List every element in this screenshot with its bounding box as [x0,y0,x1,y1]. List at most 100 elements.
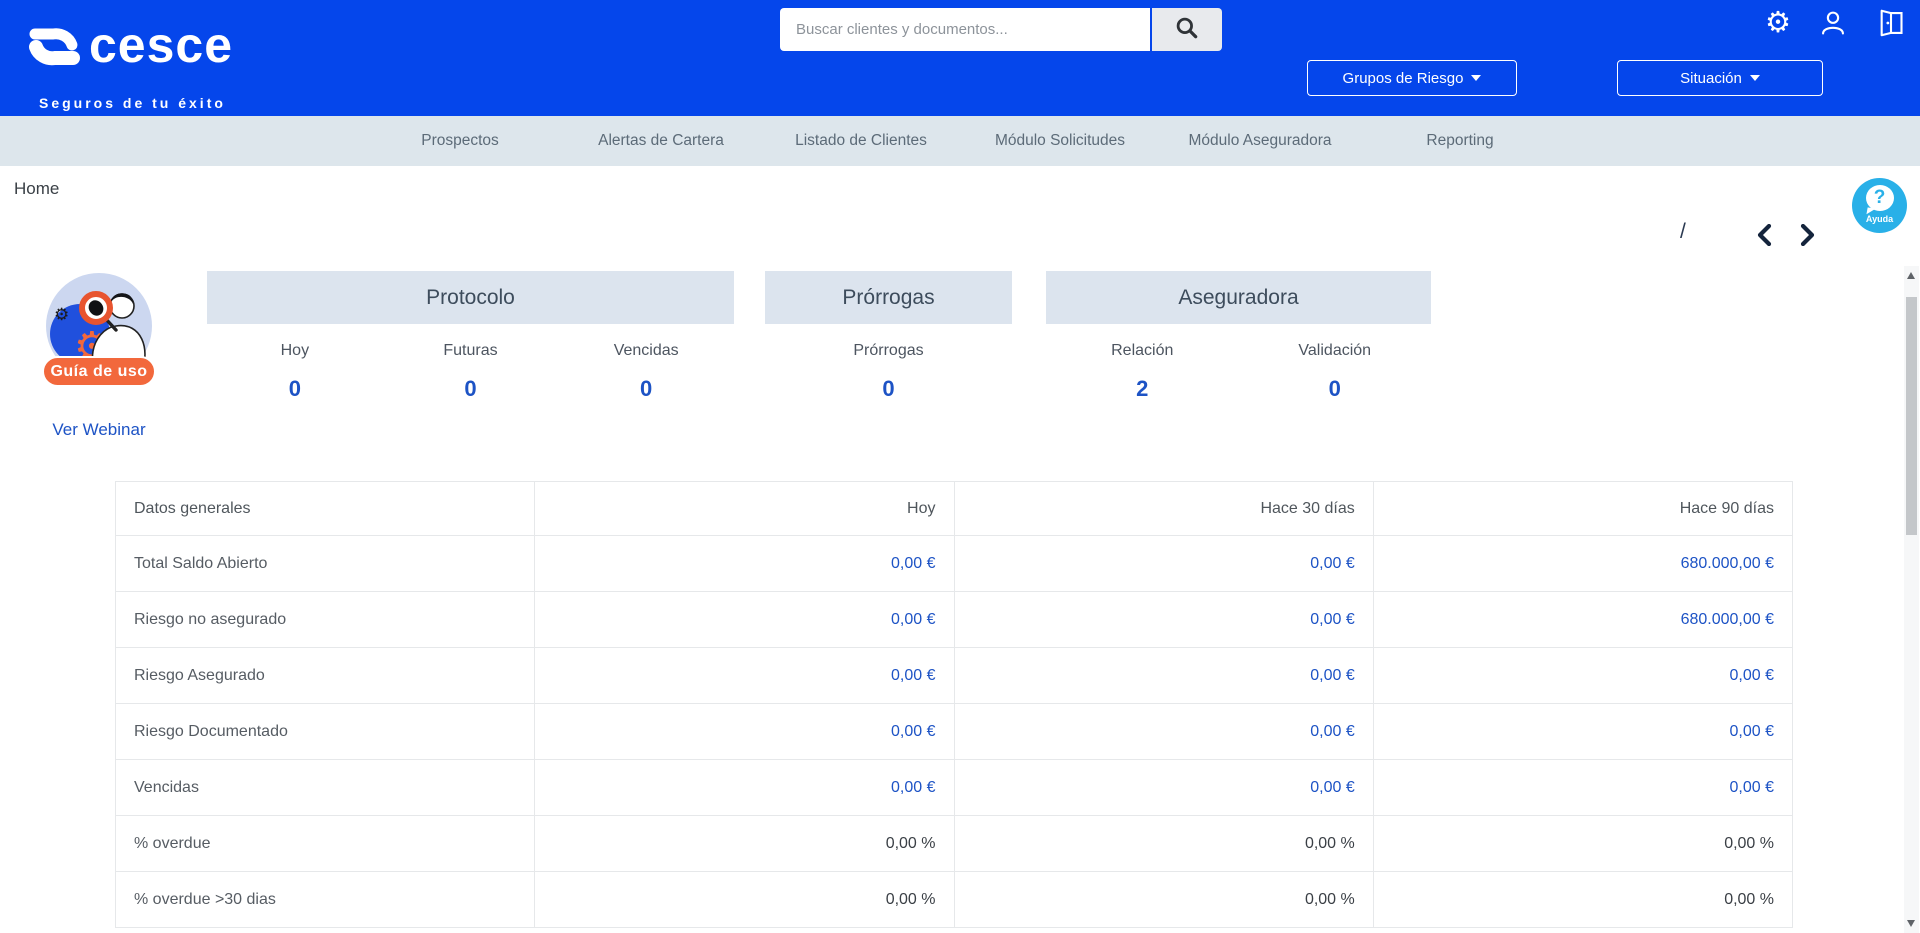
row-value: 0,00 % [535,816,954,872]
stat-label: Vencidas [558,342,734,360]
table-row: Riesgo Asegurado0,00 €0,00 €0,00 € [116,648,1793,704]
question-bubble-icon: ? [1866,185,1894,211]
row-label: Total Saldo Abierto [116,536,535,592]
scrollbar-thumb[interactable] [1906,297,1917,535]
guia-de-uso-widget[interactable]: ⚙ ⚙ Guía de uso [38,268,160,395]
row-value[interactable]: 0,00 € [954,760,1373,816]
app-root: cesce Seguros de tu éxito ⚙ [0,0,1920,933]
search-icon [1174,15,1200,44]
svg-text:⚙: ⚙ [54,305,69,324]
stat-value[interactable]: 0 [383,376,559,402]
chevron-left-icon [1756,224,1774,246]
global-search [780,8,1222,51]
carousel-prev-button[interactable] [1752,222,1778,248]
row-value[interactable]: 0,00 € [535,536,954,592]
column-header: Hoy [535,482,954,536]
card-protocolo-title: Protocolo [207,271,734,324]
ver-webinar-link[interactable]: Ver Webinar [38,420,160,440]
settings-gear-icon[interactable]: ⚙ [1763,8,1793,38]
scroll-down-arrow-icon[interactable] [1907,920,1915,927]
situacion-label: Situación [1680,70,1742,87]
row-value: 0,00 % [954,872,1373,928]
situacion-dropdown[interactable]: Situación [1617,60,1823,96]
row-value: 0,00 % [1373,872,1792,928]
logout-door-icon[interactable] [1876,8,1906,38]
table-row: Total Saldo Abierto0,00 €0,00 €680.000,0… [116,536,1793,592]
stat-value[interactable]: 2 [1046,376,1239,402]
nav-item-modulo-aseguradora[interactable]: Módulo Aseguradora [1188,116,1331,166]
stat-label: Futuras [383,342,559,360]
row-value[interactable]: 0,00 € [954,704,1373,760]
main-nav: Prospectos Alertas de Cartera Listado de… [0,116,1920,166]
card-prorrogas: Prórrogas Prórrogas 0 [765,271,1012,402]
scroll-up-arrow-icon[interactable] [1907,272,1915,279]
row-value[interactable]: 0,00 € [954,648,1373,704]
row-label: Vencidas [116,760,535,816]
top-header: cesce Seguros de tu éxito ⚙ [0,0,1920,116]
row-value[interactable]: 0,00 € [1373,648,1792,704]
stat-label: Prórrogas [765,342,1012,360]
stat-vencidas: Vencidas 0 [558,342,734,402]
row-value: 0,00 % [954,816,1373,872]
row-value[interactable]: 0,00 € [954,592,1373,648]
brand-logo[interactable]: cesce [27,14,233,83]
column-header: Datos generales [116,482,535,536]
nav-item-alertas-de-cartera[interactable]: Alertas de Cartera [598,116,724,166]
nav-item-prospectos[interactable]: Prospectos [421,116,499,166]
row-label: Riesgo no asegurado [116,592,535,648]
table-row: % overdue >30 dias0,00 %0,00 %0,00 % [116,872,1793,928]
stat-label: Validación [1239,342,1432,360]
row-label: Riesgo Asegurado [116,648,535,704]
nav-item-listado-de-clientes[interactable]: Listado de Clientes [795,116,927,166]
row-value[interactable]: 0,00 € [535,760,954,816]
chevron-down-icon [1750,75,1760,81]
guide-badge: Guía de uso [42,356,156,387]
stat-value[interactable]: 0 [1239,376,1432,402]
grupos-de-riesgo-dropdown[interactable]: Grupos de Riesgo [1307,60,1517,96]
stat-prorrogas: Prórrogas 0 [765,342,1012,402]
search-button[interactable] [1152,8,1222,51]
card-prorrogas-title: Prórrogas [765,271,1012,324]
carousel-next-button[interactable] [1794,222,1820,248]
row-value[interactable]: 680.000,00 € [1373,536,1792,592]
stat-value[interactable]: 0 [765,376,1012,402]
row-value[interactable]: 0,00 € [535,648,954,704]
row-label: Riesgo Documentado [116,704,535,760]
table-row: Vencidas0,00 €0,00 €0,00 € [116,760,1793,816]
column-header: Hace 30 días [954,482,1373,536]
stat-value[interactable]: 0 [558,376,734,402]
stat-value[interactable]: 0 [207,376,383,402]
table-row: % overdue0,00 %0,00 %0,00 % [116,816,1793,872]
row-value: 0,00 % [1373,816,1792,872]
row-value[interactable]: 0,00 € [1373,704,1792,760]
row-label: % overdue [116,816,535,872]
card-protocolo: Protocolo Hoy 0 Futuras 0 Vencidas 0 [207,271,734,402]
brand-name: cesce [89,14,233,76]
stat-futuras: Futuras 0 [383,342,559,402]
stat-validacion: Validación 0 [1239,342,1432,402]
breadcrumb: Home [14,179,59,199]
help-ayuda-button[interactable]: ? Ayuda [1852,178,1907,233]
row-label: % overdue >30 dias [116,872,535,928]
row-value[interactable]: 0,00 € [535,704,954,760]
row-value[interactable]: 0,00 € [954,536,1373,592]
datos-generales-table: Datos generalesHoyHace 30 díasHace 90 dí… [115,481,1793,928]
search-input[interactable] [780,8,1150,51]
chevron-right-icon [1798,224,1816,246]
card-aseguradora-title: Aseguradora [1046,271,1431,324]
nav-item-modulo-solicitudes[interactable]: Módulo Solicitudes [995,116,1125,166]
brand-tagline: Seguros de tu éxito [39,95,226,111]
user-profile-icon[interactable] [1818,8,1848,38]
row-value[interactable]: 680.000,00 € [1373,592,1792,648]
table-header-row: Datos generalesHoyHace 30 díasHace 90 dí… [116,482,1793,536]
card-aseguradora: Aseguradora Relación 2 Validación 0 [1046,271,1431,402]
stat-label: Hoy [207,342,383,360]
pager-separator: / [1680,220,1686,244]
row-value[interactable]: 0,00 € [535,592,954,648]
row-value[interactable]: 0,00 € [1373,760,1792,816]
vertical-scrollbar[interactable] [1904,266,1919,933]
grupos-de-riesgo-label: Grupos de Riesgo [1343,70,1464,87]
nav-item-reporting[interactable]: Reporting [1426,116,1493,166]
help-label: Ayuda [1866,214,1893,224]
column-header: Hace 90 días [1373,482,1792,536]
